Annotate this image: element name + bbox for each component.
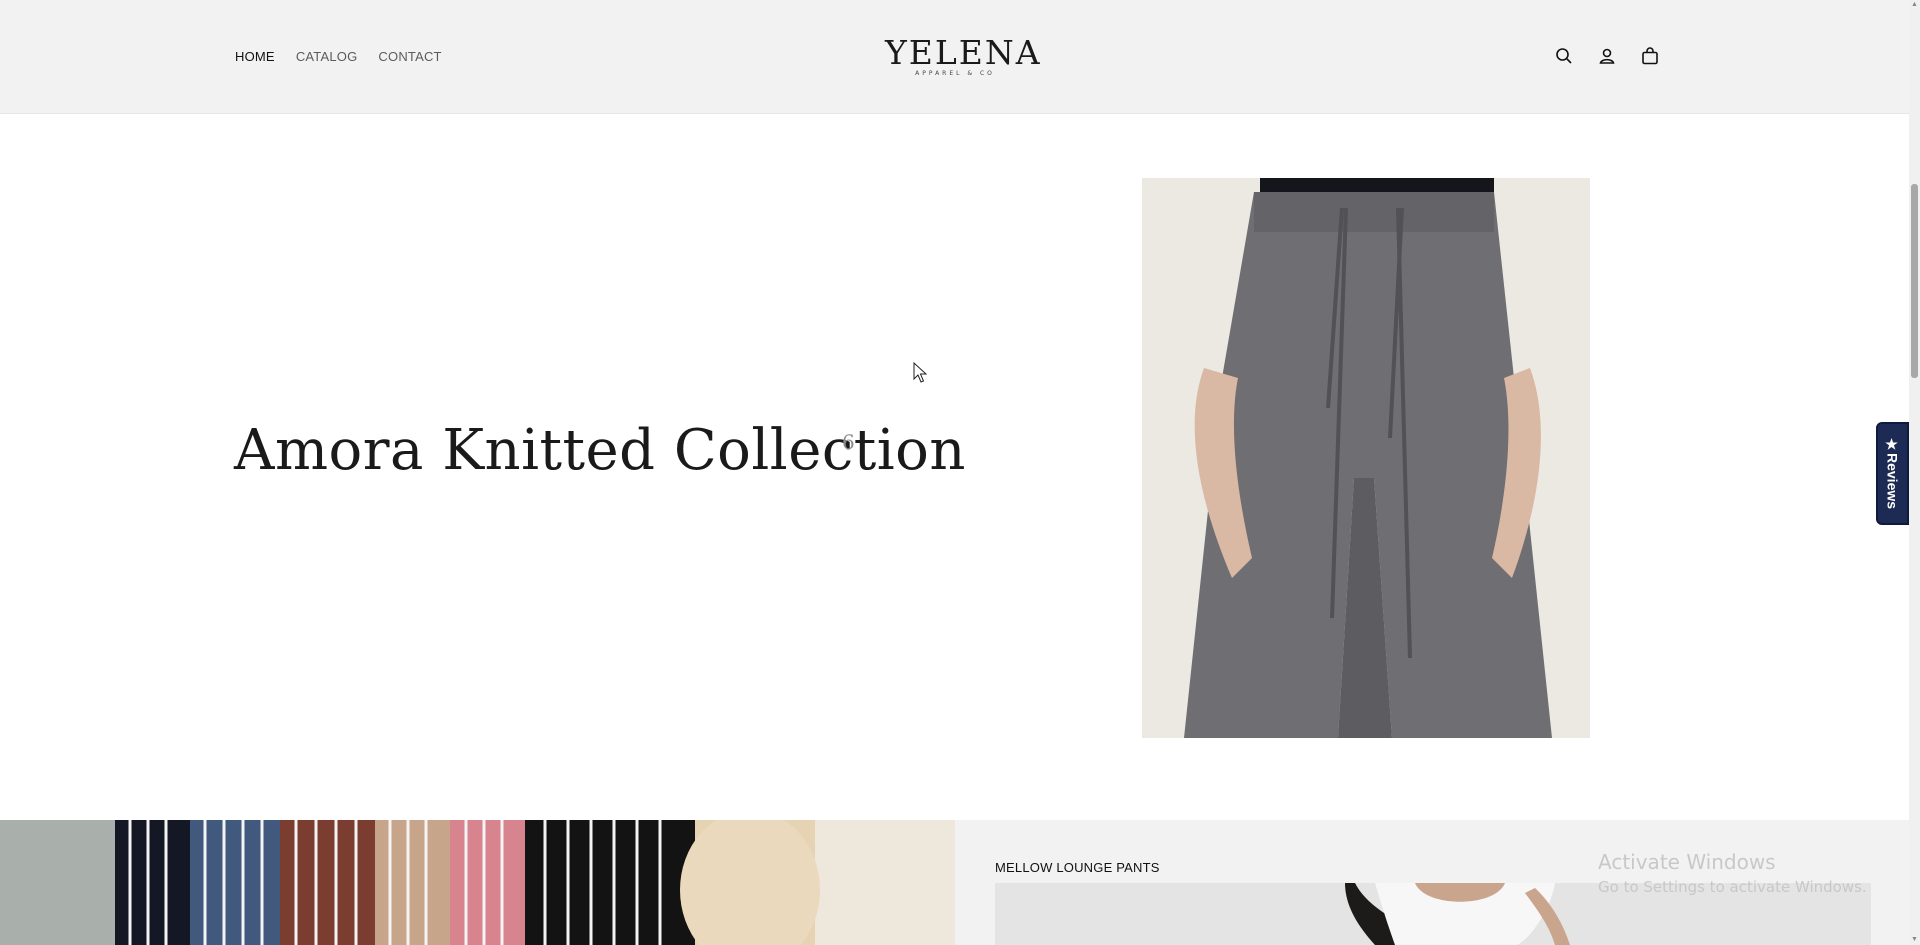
logo-wordmark: YELENA [885,33,1042,72]
reviews-tab-label: ★Reviews [1884,437,1901,510]
nav-catalog-link[interactable]: CATALOG [296,49,358,64]
scroll-down-arrow-icon[interactable]: ▼ [1911,936,1918,943]
site-header: HOME CATALOG CONTACT YELENA APPAREL & CO [0,0,1909,114]
account-icon[interactable] [1597,46,1617,66]
windows-activation-watermark: Activate Windows Go to Settings to activ… [1598,850,1867,896]
mouse-cursor-icon [913,362,927,383]
collection-hero-image [1142,178,1590,738]
cart-icon[interactable] [1640,46,1660,66]
collection-title: Amora Knitted Collection [234,418,966,483]
page-scrollbar[interactable]: ▲ ▼ [1909,0,1920,945]
scrollbar-thumb[interactable] [1911,184,1918,378]
reviews-side-tab[interactable]: ★Reviews [1876,422,1909,525]
collection-banner-image [0,820,955,945]
featured-product-title[interactable]: MELLOW LOUNGE PANTS [995,860,1160,875]
header-icons [1554,46,1660,66]
nav-contact-link[interactable]: CONTACT [378,49,441,64]
site-logo[interactable]: YELENA APPAREL & CO [885,33,1042,84]
nav-home-link[interactable]: HOME [235,49,275,64]
scroll-up-arrow-icon[interactable]: ▲ [1911,1,1918,8]
main-nav: HOME CATALOG CONTACT [235,49,442,64]
watermark-line-1: Activate Windows [1598,850,1776,874]
page: HOME CATALOG CONTACT YELENA APPAREL & CO [0,0,1920,945]
watermark-line-2: Go to Settings to activate Windows. [1598,878,1867,896]
search-icon[interactable] [1554,46,1574,66]
collection-product-count: 6 [842,430,855,454]
